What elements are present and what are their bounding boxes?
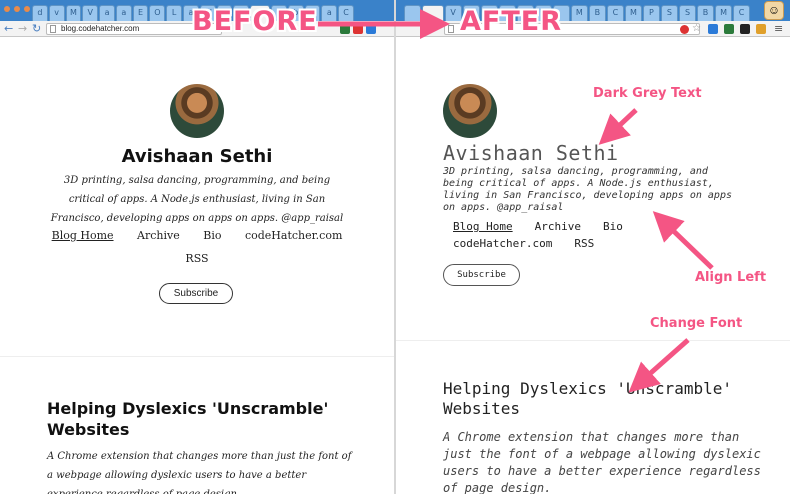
post-excerpt: A Chrome extension that changes more tha…	[443, 430, 761, 494]
browser-tab[interactable]: M	[65, 5, 82, 21]
before-label: BEFORE	[192, 6, 318, 37]
nav-link-rss[interactable]: RSS	[574, 235, 594, 252]
back-icon[interactable]: ←	[4, 22, 13, 35]
browser-tab[interactable]: M	[715, 5, 733, 21]
browser-tab[interactable]	[404, 5, 422, 21]
browser-tab[interactable]: L	[166, 5, 183, 21]
post-title[interactable]: Helping Dyslexics 'Unscramble' Websites	[47, 398, 347, 440]
browser-tab[interactable]: B	[697, 5, 715, 21]
nav-link-codehatcher[interactable]: codeHatcher.com	[453, 235, 552, 252]
browser-tab[interactable]: a	[321, 5, 338, 21]
browser-tab[interactable]: C	[338, 5, 354, 21]
browser-tab[interactable]: P	[642, 5, 660, 21]
change-font-annotation: Change Font	[650, 316, 743, 331]
browser-tab[interactable]: C	[733, 5, 751, 21]
browser-tab[interactable]: E	[132, 5, 149, 21]
nav-link-archive[interactable]: Archive	[137, 229, 180, 242]
section-divider	[396, 340, 790, 341]
forward-icon[interactable]: →	[18, 22, 27, 35]
page-icon	[448, 25, 454, 33]
after-label: AFTER	[460, 6, 562, 37]
browser-tab[interactable]: M	[624, 5, 642, 21]
extension-icon[interactable]	[740, 24, 750, 34]
subscribe-button[interactable]: Subscribe	[443, 264, 520, 286]
browser-tab[interactable]: M	[570, 5, 588, 21]
reload-icon[interactable]: ↻	[32, 22, 41, 35]
browser-tab[interactable]: S	[678, 5, 696, 21]
nav-link-bio[interactable]: Bio	[603, 218, 623, 235]
browser-tab[interactable]: a	[115, 5, 132, 21]
browser-tab[interactable]: v	[48, 5, 65, 21]
blog-nav: Blog Home Archive Bio codeHatcher.com	[0, 229, 394, 242]
after-pane: VHaMTMBCMPSSBMC ☺ b ☆ ≡ Avishaan Sethi 3…	[396, 0, 790, 494]
extension-icon[interactable]	[756, 24, 766, 34]
star-icon[interactable]: ☆	[692, 24, 702, 34]
profile-icon[interactable]: ☺	[764, 1, 784, 20]
window-controls[interactable]	[4, 6, 30, 12]
nav-link-blog-home[interactable]: Blog Home	[52, 229, 114, 242]
browser-tab[interactable]: V	[82, 5, 99, 21]
tab-strip: VHaMTMBCMPSSBMC ☺	[396, 0, 790, 21]
extension-icon[interactable]	[708, 24, 718, 34]
page-icon	[50, 25, 56, 33]
author-bio: 3D printing, salsa dancing, programming,…	[50, 175, 344, 224]
url-text: blog.codehatcher.com	[61, 24, 140, 33]
author-bio: 3D printing, salsa dancing, programming,…	[443, 166, 732, 213]
nav-link-codehatcher[interactable]: codeHatcher.com	[245, 229, 342, 242]
nav-link-archive[interactable]: Archive	[535, 218, 581, 235]
author-name: Avishaan Sethi	[443, 141, 619, 165]
extension-icon[interactable]	[724, 24, 734, 34]
nav-link-rss[interactable]: RSS	[0, 252, 394, 265]
subscribe-button[interactable]: Subscribe	[159, 283, 233, 304]
browser-tab[interactable]: B	[588, 5, 606, 21]
before-pane: dvMVaaEOLaWCCabaC ← → ↻ blog.codehatcher…	[0, 0, 394, 494]
author-name: Avishaan Sethi	[121, 146, 273, 167]
browser-tab[interactable]: O	[149, 5, 166, 21]
extension-icon[interactable]	[340, 24, 350, 34]
browser-tab[interactable]: C	[606, 5, 624, 21]
post-title[interactable]: Helping Dyslexics 'Unscramble' Websites	[443, 379, 743, 419]
extension-icon[interactable]	[353, 24, 363, 34]
extension-icon[interactable]	[366, 24, 376, 34]
align-left-annotation: Align Left	[695, 270, 767, 285]
toolbar: b ☆ ≡	[396, 21, 790, 37]
stop-icon[interactable]	[680, 25, 689, 34]
section-divider	[0, 356, 394, 357]
dark-grey-text-annotation: Dark Grey Text	[593, 86, 702, 101]
menu-icon[interactable]: ≡	[774, 22, 783, 35]
nav-link-blog-home[interactable]: Blog Home	[453, 218, 513, 235]
profile-avatar	[443, 84, 497, 138]
browser-tab[interactable]	[422, 5, 444, 21]
tab-list: VHaMTMBCMPSSBMC	[404, 5, 751, 21]
browser-tab[interactable]: d	[32, 5, 48, 21]
post-excerpt: A Chrome extension that changes more tha…	[47, 451, 352, 494]
browser-tab[interactable]: a	[99, 5, 115, 21]
blog-nav: Blog Home Archive Bio codeHatcher.com RSS	[453, 218, 653, 252]
browser-tab[interactable]: S	[660, 5, 678, 21]
profile-avatar	[170, 84, 224, 138]
nav-link-bio[interactable]: Bio	[203, 229, 221, 242]
